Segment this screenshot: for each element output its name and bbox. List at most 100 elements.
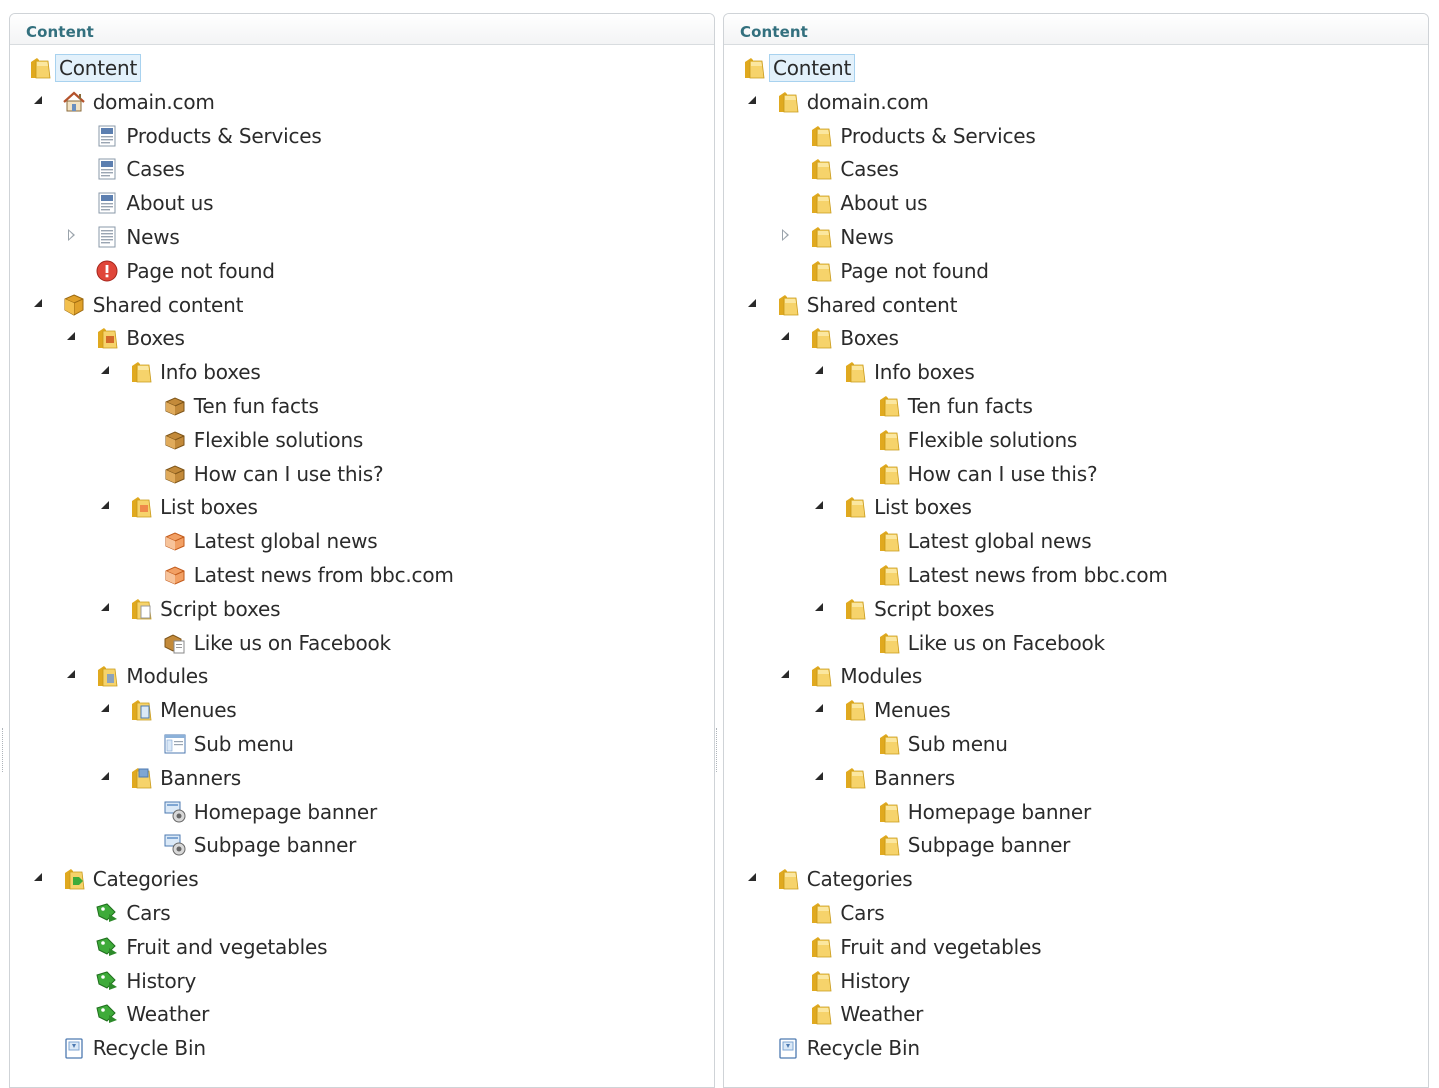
folder-icon — [809, 1002, 833, 1026]
collapse-toggle-icon[interactable] — [99, 702, 111, 714]
tree-node[interactable]: Script boxes — [101, 594, 281, 624]
collapse-toggle-icon[interactable] — [813, 770, 825, 782]
tree-node-label: Banners — [160, 765, 241, 790]
tree-node-label: domain.com — [92, 89, 215, 114]
tree-node[interactable]: Products & Services — [809, 121, 1036, 151]
tree-node[interactable]: Shared content — [747, 290, 957, 320]
tree-node[interactable]: List boxes — [101, 492, 258, 522]
recycle-bin-icon — [776, 1036, 800, 1060]
folder-icon — [843, 597, 867, 621]
tree-node[interactable]: Cases — [809, 154, 899, 184]
tree-node[interactable]: Latest news from bbc.com — [877, 560, 1168, 590]
collapse-toggle-icon[interactable] — [65, 668, 77, 680]
tree-node[interactable]: Info boxes — [101, 357, 261, 387]
tree-node[interactable]: Ten fun facts — [877, 391, 1033, 421]
collapse-toggle-icon[interactable] — [99, 499, 111, 511]
tree-node[interactable]: Modules — [781, 661, 922, 691]
tree-node[interactable]: Latest global news — [877, 526, 1092, 556]
tree-node[interactable]: Recycle Bin — [62, 1033, 206, 1063]
collapse-toggle-icon[interactable] — [32, 871, 44, 883]
tree-node[interactable]: Products & Services — [95, 121, 322, 151]
tree-node[interactable]: Banners — [101, 763, 241, 793]
tree-node[interactable]: How can I use this? — [877, 459, 1098, 489]
tree-node[interactable]: Modules — [67, 661, 208, 691]
tree-node[interactable]: Content — [28, 53, 142, 83]
tree-node[interactable]: Flexible solutions — [163, 425, 363, 455]
tree-node[interactable]: List boxes — [815, 492, 972, 522]
tree-node[interactable]: Fruit and vegetables — [95, 932, 327, 962]
collapse-toggle-icon[interactable] — [99, 770, 111, 782]
tree-node[interactable]: domain.com — [33, 87, 215, 117]
tree-node[interactable]: Weather — [95, 999, 209, 1029]
collapse-toggle-icon[interactable] — [746, 94, 758, 106]
tree-node[interactable]: Like us on Facebook — [877, 628, 1105, 658]
expand-toggle-icon[interactable] — [779, 229, 791, 241]
collapse-toggle-icon[interactable] — [779, 330, 791, 342]
box-icon — [163, 428, 187, 452]
tree-node-label: Weather — [840, 1002, 924, 1027]
tree-node[interactable]: News — [781, 222, 894, 252]
tree-node[interactable]: Recycle Bin — [776, 1033, 920, 1063]
tree-node[interactable]: Like us on Facebook — [163, 628, 391, 658]
collapse-toggle-icon[interactable] — [746, 871, 758, 883]
tree-node[interactable]: Sub menu — [877, 729, 1008, 759]
tree-node[interactable]: Latest global news — [163, 526, 378, 556]
tree-node[interactable]: Page not found — [95, 256, 275, 286]
collapse-toggle-icon[interactable] — [813, 702, 825, 714]
tree-node[interactable]: Ten fun facts — [163, 391, 319, 421]
tree-node[interactable]: About us — [809, 188, 928, 218]
collapse-toggle-icon[interactable] — [779, 668, 791, 680]
tree-node[interactable]: Homepage banner — [877, 797, 1091, 827]
tree-node-label: Categories — [92, 867, 199, 892]
collapse-toggle-icon[interactable] — [99, 601, 111, 613]
tree-node[interactable]: Shared content — [33, 290, 243, 320]
tree-node[interactable]: Categories — [33, 864, 199, 894]
collapse-toggle-icon[interactable] — [813, 499, 825, 511]
splitter-handle[interactable] — [2, 728, 5, 772]
tree-node[interactable]: Menues — [101, 695, 237, 725]
tree-node[interactable]: Cars — [95, 898, 171, 928]
tree-node[interactable]: Categories — [747, 864, 913, 894]
tree-node[interactable]: domain.com — [747, 87, 929, 117]
tree-node[interactable]: Cases — [95, 154, 185, 184]
tree-node[interactable]: History — [809, 966, 910, 996]
collapse-toggle-icon[interactable] — [813, 364, 825, 376]
tree-node[interactable]: Boxes — [781, 323, 899, 353]
tree-node[interactable]: Menues — [815, 695, 951, 725]
tree-node[interactable]: Page not found — [809, 256, 989, 286]
tree-node[interactable]: Subpage banner — [163, 830, 356, 860]
tree-node-label: Latest news from bbc.com — [193, 563, 454, 587]
tree-node[interactable]: Weather — [809, 999, 923, 1029]
tree-node[interactable]: History — [95, 966, 196, 996]
tree-node[interactable]: Fruit and vegetables — [809, 932, 1041, 962]
tree-node[interactable]: Homepage banner — [163, 797, 377, 827]
collapse-toggle-icon[interactable] — [746, 297, 758, 309]
collapse-toggle-icon[interactable] — [813, 601, 825, 613]
tree-node[interactable]: Cars — [809, 898, 885, 928]
expand-toggle-icon[interactable] — [65, 229, 77, 241]
tree-node[interactable]: Banners — [815, 763, 955, 793]
tree-node[interactable]: About us — [95, 188, 214, 218]
tree-node[interactable]: How can I use this? — [163, 459, 384, 489]
collapse-toggle-icon[interactable] — [99, 364, 111, 376]
tree-node[interactable]: Subpage banner — [877, 830, 1070, 860]
splitter-handle[interactable] — [716, 728, 719, 772]
tree-node[interactable]: Flexible solutions — [877, 425, 1077, 455]
tree-node[interactable]: News — [67, 222, 180, 252]
tree-node[interactable]: Script boxes — [815, 594, 995, 624]
page-icon — [95, 124, 119, 148]
collapse-toggle-icon[interactable] — [32, 94, 44, 106]
tree-node[interactable]: Boxes — [67, 323, 185, 353]
tree-node[interactable]: Latest news from bbc.com — [163, 560, 454, 590]
tree-node-label: domain.com — [806, 89, 929, 114]
folder-icon — [809, 326, 833, 350]
collapse-toggle-icon[interactable] — [32, 297, 44, 309]
tag-icon — [95, 935, 119, 959]
collapse-toggle-icon[interactable] — [65, 330, 77, 342]
tree-node[interactable]: Content — [742, 53, 856, 83]
tree-node-label: Content — [769, 54, 856, 82]
tree-node-label: Ten fun facts — [907, 394, 1033, 418]
tree-node[interactable]: Sub menu — [163, 729, 294, 759]
tree-node[interactable]: Info boxes — [815, 357, 975, 387]
folder-icon — [28, 56, 52, 80]
